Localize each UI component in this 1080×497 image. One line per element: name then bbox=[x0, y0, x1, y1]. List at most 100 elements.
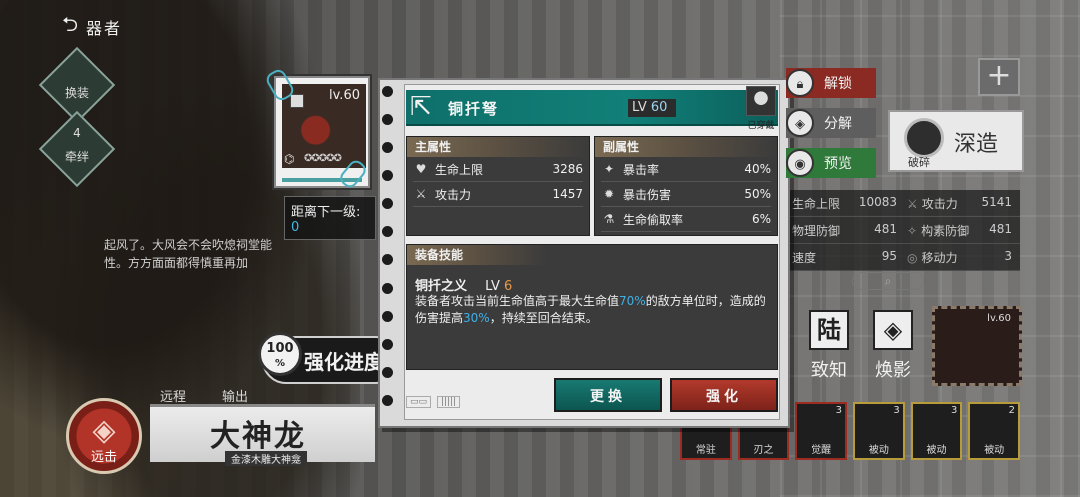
item-level: LV 60 bbox=[628, 99, 676, 117]
equipment-skill-box: 装备技能 铜扦之义 LV 6 装备者攻击当前生命值高于最大生命值70%的敌方单位… bbox=[406, 244, 778, 370]
preview-button[interactable]: ◉ 预览 bbox=[786, 148, 876, 178]
role-tab: 输出 bbox=[222, 390, 249, 405]
replace-button[interactable]: 更换 bbox=[554, 378, 662, 412]
ranged-emblem-icon: ◈ bbox=[92, 413, 116, 448]
change-outfit-label: 换装 bbox=[64, 86, 89, 100]
swords-icon: ⚔ bbox=[907, 196, 918, 211]
swords-icon: ⚔ bbox=[415, 187, 427, 201]
stat-label: 暴击率 bbox=[623, 162, 660, 177]
stat-value: 481 bbox=[989, 221, 1012, 236]
equipped-item-thumbnail[interactable]: lv.60 bbox=[932, 306, 1022, 386]
notebook-spiral bbox=[382, 86, 396, 406]
deep-forge-card[interactable]: 破碎 深造 bbox=[888, 110, 1024, 172]
add-button[interactable]: + bbox=[978, 58, 1020, 96]
avatar bbox=[746, 86, 776, 116]
stat-value: 481 bbox=[874, 221, 897, 236]
stat-row: ♥ 生命上限 3286 bbox=[413, 157, 583, 182]
stat-value: 40% bbox=[744, 162, 771, 176]
crit-icon: ✦ bbox=[603, 162, 615, 176]
skill-heading: 铜扦之义 LV 6 bbox=[415, 275, 512, 294]
story-text: 起风了。大风会不会吹熄祠堂能性。方方面面都得慎重再加 bbox=[104, 238, 273, 270]
skill-icon[interactable]: 3 觉醒 bbox=[795, 402, 848, 460]
next-level-box: 距离下一级: 0 bbox=[284, 196, 376, 240]
enhance-progress-label: 强化进度 bbox=[304, 350, 384, 374]
star-shield-icon: ✧ bbox=[907, 223, 918, 238]
item-header: ⇱ 铜扦弩 LV 60 bbox=[406, 90, 778, 126]
stat-label: 暴击伤害 bbox=[623, 187, 672, 202]
barcode-icon: ||||| bbox=[437, 396, 461, 408]
stat-row: ⚗ 生命偷取率 6% bbox=[601, 207, 771, 232]
lock-icon: 🔒︎ bbox=[786, 69, 814, 97]
stat-row: ⚔ 攻击力 1457 bbox=[413, 182, 583, 207]
lifesteal-icon: ⚗ bbox=[603, 212, 615, 226]
crossbow-icon: ⇱ bbox=[410, 92, 432, 122]
character-subtitle: 金漆木雕大神龛 bbox=[225, 451, 307, 466]
skill-level: LV 6 bbox=[485, 279, 513, 294]
character-name: 大神龙 bbox=[210, 419, 306, 454]
stat-row: 生命上限 10083 ⚔ 攻击力 5141 bbox=[790, 190, 1020, 217]
unlock-button[interactable]: 🔒︎ 解锁 bbox=[786, 68, 876, 98]
skill-tile-zhizhi[interactable]: 陆 致知 bbox=[800, 310, 858, 381]
preview-label: 预览 bbox=[824, 156, 852, 172]
skill-section-title: 装备技能 bbox=[407, 245, 547, 265]
next-level-title: 距离下一级: bbox=[291, 205, 361, 220]
range-tab: 远程 bbox=[160, 390, 187, 405]
stat-row: 速度 95 ◎ 移动力 3 bbox=[790, 244, 1020, 271]
slot-icon bbox=[290, 94, 304, 108]
equip-thumb-level: lv.60 bbox=[987, 313, 1011, 324]
enhance-progress-tag: 100 % 强化进度 bbox=[258, 332, 386, 384]
enhance-button[interactable]: 强化 bbox=[670, 378, 778, 412]
skill-icon[interactable]: 3 被动 bbox=[853, 402, 905, 460]
decompose-button[interactable]: ◈ 分解 bbox=[786, 108, 876, 138]
skill-name: 致知 bbox=[811, 360, 847, 381]
move-icon: ◎ bbox=[907, 250, 918, 265]
stat-value: 50% bbox=[744, 187, 771, 201]
stat-value: 1457 bbox=[552, 187, 583, 201]
stat-value: 5141 bbox=[981, 194, 1012, 209]
stat-label: 攻击力 bbox=[435, 187, 472, 202]
deep-forge-title: 深造 bbox=[954, 132, 999, 157]
ranged-attack-emblem: ◈ 远击 bbox=[66, 398, 142, 474]
skill-glyph: ◈ bbox=[873, 310, 913, 350]
star-rating: ✪✪✪✪✪ bbox=[304, 153, 342, 164]
stat-value: 3 bbox=[1004, 248, 1012, 263]
skill-glyph: 陆 bbox=[809, 310, 849, 350]
magnify-icon[interactable]: ⌕ bbox=[852, 272, 924, 290]
ranged-emblem-label: 远击 bbox=[90, 450, 117, 465]
skill-icon[interactable]: 2 被动 bbox=[968, 402, 1021, 460]
stat-label: 生命上限 bbox=[435, 162, 484, 177]
stat-row: ✦ 暴击率 40% bbox=[601, 157, 771, 182]
heart-icon: ♥ bbox=[415, 162, 427, 176]
stat-value: 6% bbox=[751, 212, 771, 226]
stamp-icon: ▭▭ bbox=[406, 396, 432, 408]
skill-name: 铜扦之义 bbox=[415, 279, 468, 294]
crit-damage-icon: ✹ bbox=[603, 187, 615, 201]
break-label: 破碎 bbox=[908, 156, 930, 169]
decompose-label: 分解 bbox=[824, 116, 852, 132]
bond-count: 4 bbox=[73, 126, 81, 140]
back-button[interactable]: ⮌ 器者 bbox=[62, 10, 122, 44]
item-name: 铜扦弩 bbox=[448, 100, 500, 118]
stat-row: ✹ 暴击伤害 50% bbox=[601, 182, 771, 207]
stat-value: 3286 bbox=[552, 162, 583, 176]
character-stats-table: 生命上限 10083 ⚔ 攻击力 5141 物理防御 481 ✧ 构素防御 481 速度 95… bbox=[790, 190, 1020, 271]
decompose-icon: ◈ bbox=[786, 109, 814, 137]
sub-stats-box: 副属性 ✦ 暴击率 40% ✹ 暴击伤害 50% ⚗ 生命偷取率 6% bbox=[594, 136, 778, 236]
main-stats-box: 主属性 ♥ 生命上限 3286 ⚔ 攻击力 1457 bbox=[406, 136, 590, 236]
stat-label: 移动力 bbox=[921, 250, 958, 265]
wearer-status: 已穿戴 bbox=[747, 121, 775, 131]
back-arrow-icon: ⮌ bbox=[62, 12, 81, 36]
stat-value: 95 bbox=[881, 248, 897, 263]
skill-name: 焕影 bbox=[875, 360, 911, 381]
item-card-level: lv.60 bbox=[329, 88, 360, 103]
stat-label: 生命偷取率 bbox=[623, 212, 684, 227]
eye-icon: ◉ bbox=[786, 149, 814, 177]
skill-tile-huanying[interactable]: ◈ 焕影 bbox=[864, 310, 922, 381]
stat-label: 生命上限 bbox=[792, 196, 841, 211]
skill-icon[interactable]: 3 被动 bbox=[910, 402, 963, 460]
bow-icon: ⌬ bbox=[284, 152, 295, 166]
skill-description: 装备者攻击当前生命值高于最大生命值70%的敌方单位时，造成的伤害提高30%，持续… bbox=[415, 294, 766, 325]
role-tabs: 远程 输出 bbox=[160, 386, 248, 405]
stat-row: 物理防御 481 ✧ 构素防御 481 bbox=[790, 217, 1020, 244]
character-nameplate: 大神龙 金漆木雕大神龛 bbox=[150, 404, 375, 466]
